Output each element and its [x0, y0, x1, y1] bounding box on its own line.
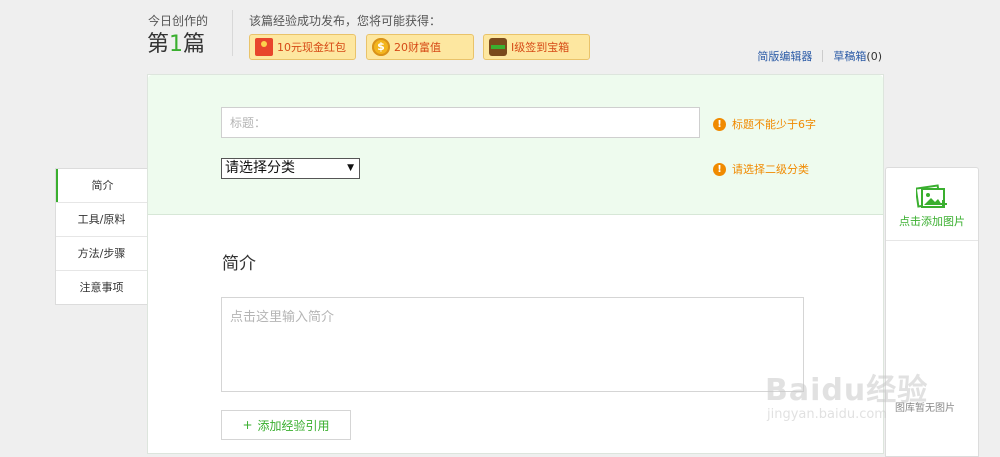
category-selected-value: 请选择分类: [225, 160, 295, 176]
title-area: ! 标题不能少于6字 请选择分类 ▼ ! 请选择二级分类: [148, 75, 883, 215]
dropdown-arrow-icon: ▼: [347, 163, 354, 173]
nav-item-steps[interactable]: 方法/步骤: [56, 236, 147, 270]
title-hint-text: 标题不能少于6字: [732, 118, 816, 131]
reward-label: I级签到宝箱: [511, 41, 570, 54]
article-count: 第1篇: [147, 31, 205, 59]
top-links: 简版编辑器 草稿箱(0): [757, 48, 882, 64]
watermark-logo-text: Baidu经验: [765, 373, 929, 408]
section-title: 简介: [222, 254, 256, 274]
baidu-watermark: Baidu经验 jingyan.baidu.com: [765, 345, 950, 430]
reward-label: 10元现金红包: [277, 41, 346, 54]
reward-intro: 该篇经验成功发布，您将可能获得：: [249, 14, 442, 28]
treasure-chest-icon: [489, 38, 507, 56]
category-hint: ! 请选择二级分类: [713, 161, 809, 177]
red-envelope-icon: [255, 38, 273, 56]
today-created-label: 今日创作的: [148, 14, 209, 28]
reward-chest[interactable]: I级签到宝箱: [483, 34, 590, 60]
add-image-button[interactable]: 点击添加图片: [886, 168, 978, 241]
nav-item-tools[interactable]: 工具/原料: [56, 202, 147, 236]
category-select[interactable]: 请选择分类 ▼: [221, 158, 360, 179]
drafts-label: 草稿箱: [833, 50, 867, 63]
reward-label: 20财富值: [394, 41, 441, 54]
nav-item-intro[interactable]: 简介: [56, 169, 147, 202]
section-nav: 简介 工具/原料 方法/步骤 注意事项: [55, 168, 147, 305]
drafts-count: (0): [866, 50, 882, 63]
count-suffix: 篇: [183, 32, 206, 57]
coin-icon: [372, 38, 390, 56]
watermark-url: jingyan.baidu.com: [767, 407, 887, 422]
link-divider: [822, 50, 824, 62]
title-hint: ! 标题不能少于6字: [713, 116, 816, 132]
simple-editor-link[interactable]: 简版编辑器: [757, 48, 812, 64]
header-divider: [232, 10, 233, 56]
reward-wealth[interactable]: 20财富值: [366, 34, 474, 60]
warning-icon: !: [713, 117, 726, 131]
title-input[interactable]: [221, 107, 700, 138]
plus-icon: +: [242, 418, 253, 432]
reward-red-envelope[interactable]: 10元现金红包: [249, 34, 356, 60]
count-number: 1: [169, 32, 184, 57]
warning-icon: !: [713, 162, 726, 176]
add-reference-button[interactable]: + 添加经验引用: [221, 410, 351, 440]
category-hint-text: 请选择二级分类: [732, 163, 809, 176]
add-reference-label: 添加经验引用: [257, 418, 330, 433]
intro-textarea[interactable]: [221, 297, 804, 392]
add-image-label: 点击添加图片: [899, 215, 965, 228]
drafts-link[interactable]: 草稿箱(0): [833, 48, 882, 64]
add-image-icon: [914, 184, 948, 210]
nav-item-notes[interactable]: 注意事项: [56, 270, 147, 304]
count-prefix: 第: [147, 32, 170, 57]
